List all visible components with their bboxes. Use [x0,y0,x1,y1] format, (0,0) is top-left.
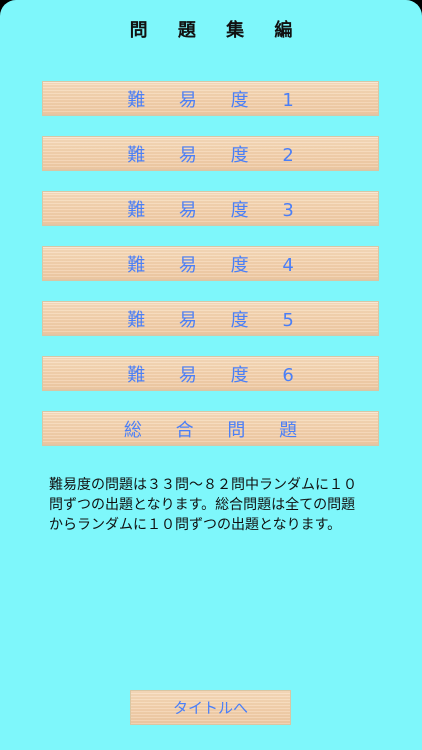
difficulty-1-button[interactable]: 難 易 度 1 [42,81,379,116]
difficulty-3-button[interactable]: 難 易 度 3 [42,191,379,226]
difficulty-6-button[interactable]: 難 易 度 6 [42,356,379,391]
description-line-3: からランダムに１０問ずつの出題となります。 [49,517,342,533]
page-title: 問 題 集 編 [129,20,305,41]
description-text: 難易度の問題は３３問〜８２問中ランダムに１０ 問ずつの出題となります。総合問題は… [49,475,379,535]
difficulty-2-button[interactable]: 難 易 度 2 [42,136,379,171]
difficulty-menu: 難 易 度 1 難 易 度 2 難 易 度 3 難 易 度 4 難 易 度 5 … [42,81,379,466]
question-set-screen: 問 題 集 編 難 易 度 1 難 易 度 2 難 易 度 3 難 易 度 4 … [0,0,422,750]
difficulty-4-button[interactable]: 難 易 度 4 [42,246,379,281]
description-line-1: 難易度の問題は３３問〜８２問中ランダムに１０ [49,477,357,493]
back-to-title-button[interactable]: タイトルへ [130,690,291,725]
difficulty-5-button[interactable]: 難 易 度 5 [42,301,379,336]
comprehensive-questions-button[interactable]: 総 合 問 題 [42,411,379,446]
description-line-2: 問ずつの出題となります。総合問題は全ての問題 [49,497,356,513]
